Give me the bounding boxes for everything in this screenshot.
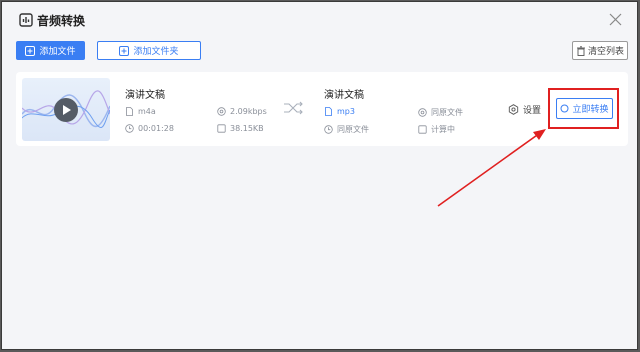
clear-list-button[interactable]: 清空列表 xyxy=(572,41,628,60)
add-file-label: 添加文件 xyxy=(39,47,76,57)
audio-thumbnail[interactable] xyxy=(22,78,110,141)
target-quality: 同原文件 xyxy=(418,107,463,118)
trash-icon xyxy=(576,45,585,56)
source-bitrate: 2.09kbps xyxy=(217,107,267,116)
file-item-card: 演讲文稿 m4a 00:01:28 2.09kbps 38.15KB 演讲文稿 … xyxy=(16,72,628,146)
convert-arrow-icon xyxy=(284,101,303,115)
target-format[interactable]: mp3 xyxy=(324,107,355,116)
play-icon[interactable] xyxy=(54,98,78,122)
file-icon xyxy=(325,107,332,116)
target-file-name: 演讲文稿 xyxy=(324,90,364,101)
plus-icon xyxy=(25,45,36,56)
size-icon xyxy=(418,125,427,134)
gear-icon xyxy=(508,104,519,115)
source-file-name: 演讲文稿 xyxy=(125,90,165,101)
target-size: 计算中 xyxy=(418,124,455,135)
convert-now-button[interactable]: 立即转换 xyxy=(556,98,613,119)
target-duration: 同原文件 xyxy=(324,124,369,135)
add-folder-label: 添加文件夹 xyxy=(133,47,179,57)
clock-icon xyxy=(125,124,134,133)
folder-plus-icon xyxy=(119,45,130,56)
audio-app-icon xyxy=(19,13,33,27)
bitrate-icon xyxy=(217,107,226,116)
source-size: 38.15KB xyxy=(217,124,264,133)
size-icon xyxy=(217,124,226,133)
settings-button[interactable]: 设置 xyxy=(508,103,541,116)
clear-list-label: 清空列表 xyxy=(587,47,624,57)
title-bar: 音频转换 xyxy=(2,2,637,38)
bitrate-icon xyxy=(418,108,427,117)
window-title: 音频转换 xyxy=(37,14,86,28)
file-icon xyxy=(126,107,133,116)
source-format: m4a xyxy=(125,107,156,116)
add-file-button[interactable]: 添加文件 xyxy=(16,41,85,60)
refresh-icon xyxy=(560,104,569,113)
close-icon[interactable] xyxy=(609,13,622,26)
source-duration: 00:01:28 xyxy=(125,124,174,133)
add-folder-button[interactable]: 添加文件夹 xyxy=(97,41,201,60)
app-window: 音频转换 添加文件 添加文件夹 清空列表 演讲文稿 m4a 00:01:28 2… xyxy=(1,1,638,350)
clock-icon xyxy=(324,125,333,134)
